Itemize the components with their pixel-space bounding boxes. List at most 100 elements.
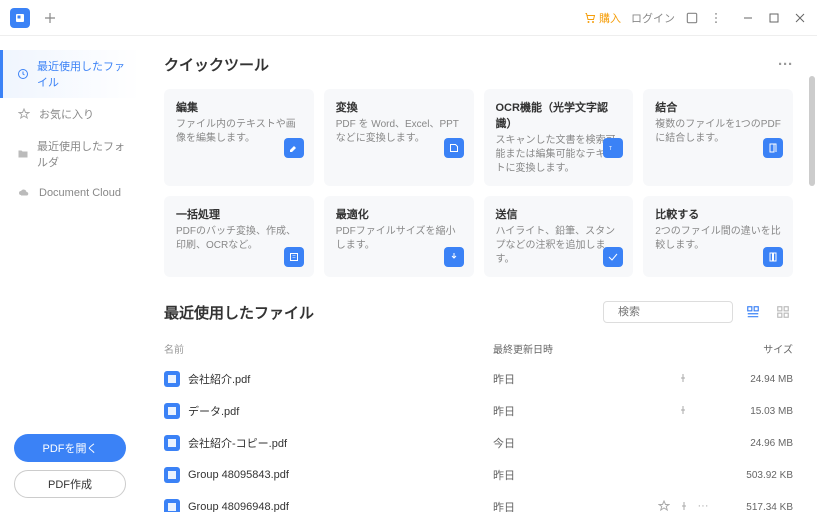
- tool-icon: [444, 247, 464, 267]
- file-size: 24.96 MB: [723, 438, 793, 449]
- window-controls: [741, 11, 807, 25]
- file-row[interactable]: Group 48096948.pdf昨日···517.34 KB: [164, 491, 793, 512]
- file-date: 昨日: [493, 467, 643, 483]
- pdf-file-icon: [164, 435, 180, 451]
- maximize-button[interactable]: [767, 11, 781, 25]
- titlebar: 購入 ログイン: [0, 0, 817, 36]
- sidebar-item-label: お気に入り: [39, 106, 94, 122]
- file-size: 517.34 KB: [723, 502, 793, 512]
- sidebar: 最近使用したファイル お気に入り 最近使用したフォルダ Document Clo…: [0, 36, 140, 512]
- folder-icon: [17, 147, 29, 161]
- grid-view-button[interactable]: [773, 302, 793, 322]
- tool-title: 比較する: [655, 206, 781, 222]
- main-content: クイックツール ··· 編集ファイル内のテキストや画像を編集します。変換PDF …: [140, 36, 817, 512]
- file-size: 15.03 MB: [723, 406, 793, 417]
- recent-icon: [17, 67, 29, 81]
- search-input[interactable]: [618, 306, 760, 318]
- col-date-header[interactable]: 最終更新日時: [493, 341, 643, 356]
- tool-icon: [284, 138, 304, 158]
- app-logo: [10, 8, 30, 28]
- file-row[interactable]: 会社紹介-コピー.pdf今日24.96 MB: [164, 427, 793, 459]
- pin-icon[interactable]: [677, 404, 689, 419]
- scrollbar-thumb[interactable]: [809, 76, 815, 186]
- quick-tools-grid: 編集ファイル内のテキストや画像を編集します。変換PDF を Word、Excel…: [164, 89, 793, 277]
- sidebar-bottom: PDFを開く PDF作成: [0, 434, 140, 498]
- tool-card[interactable]: 送信ハイライト、鉛筆、スタンプなどの注釈を追加します。: [484, 196, 634, 277]
- tool-card[interactable]: 比較する 2つのファイル間の違いを比較します。: [643, 196, 793, 277]
- tool-card[interactable]: 最適化 PDFファイルサイズを縮小します。: [324, 196, 474, 277]
- svg-text:T: T: [609, 146, 612, 152]
- file-name: 会社紹介-コピー.pdf: [188, 435, 287, 451]
- titlebar-right: 購入 ログイン: [584, 10, 807, 26]
- tool-desc: 2つのファイル間の違いを比較します。: [655, 225, 781, 253]
- sidebar-item-label: 最近使用したファイル: [37, 58, 126, 90]
- recent-files-title: 最近使用したファイル: [164, 302, 314, 323]
- open-pdf-button[interactable]: PDFを開く: [14, 434, 126, 462]
- tool-title: 編集: [176, 99, 302, 115]
- login-link[interactable]: ログイン: [631, 10, 675, 26]
- pdf-file-icon: [164, 499, 180, 512]
- scrollbar[interactable]: [809, 76, 815, 502]
- tool-card[interactable]: 結合複数のファイルを1つのPDFに結合します。: [643, 89, 793, 186]
- notification-icon[interactable]: [685, 11, 699, 25]
- file-size: 503.92 KB: [723, 470, 793, 481]
- file-list-header: 名前 最終更新日時 サイズ: [164, 335, 793, 363]
- tool-icon: [763, 247, 783, 267]
- list-view-button[interactable]: [743, 302, 763, 322]
- buy-label: 購入: [599, 10, 621, 26]
- create-pdf-button[interactable]: PDF作成: [14, 470, 126, 498]
- cloud-icon: [17, 186, 31, 200]
- more-icon[interactable]: ···: [698, 500, 709, 512]
- col-name-header[interactable]: 名前: [164, 341, 493, 356]
- minimize-button[interactable]: [741, 11, 755, 25]
- file-name: Group 48096948.pdf: [188, 501, 289, 512]
- login-label: ログイン: [631, 10, 675, 26]
- file-list: 会社紹介.pdf昨日24.94 MBデータ.pdf昨日15.03 MB会社紹介-…: [164, 363, 793, 512]
- tool-title: 送信: [496, 206, 622, 222]
- file-name: Group 48095843.pdf: [188, 469, 289, 481]
- quick-tools-header: クイックツール ···: [164, 54, 793, 75]
- pin-icon[interactable]: [678, 500, 690, 512]
- tool-title: 最適化: [336, 206, 462, 222]
- tool-desc: ファイル内のテキストや画像を編集します。: [176, 118, 302, 146]
- col-size-header[interactable]: サイズ: [723, 341, 793, 356]
- file-date: 昨日: [493, 371, 643, 387]
- file-row[interactable]: Group 48095843.pdf 昨日 503.92 KB: [164, 459, 793, 491]
- quick-tools-more[interactable]: ···: [778, 56, 793, 73]
- recent-files-tools: [603, 301, 793, 323]
- pdf-file-icon: [164, 467, 180, 483]
- pin-icon[interactable]: [677, 372, 689, 387]
- close-button[interactable]: [793, 11, 807, 25]
- sidebar-item-label: Document Cloud: [39, 187, 121, 199]
- tool-desc: PDFのバッチ変換、作成、印刷、OCRなど。: [176, 225, 302, 253]
- tool-title: 結合: [655, 99, 781, 115]
- sidebar-item-recent-files[interactable]: 最近使用したファイル: [0, 50, 140, 98]
- menu-icon[interactable]: [709, 11, 723, 25]
- file-name: データ.pdf: [188, 403, 239, 419]
- tool-icon: [284, 247, 304, 267]
- tool-card[interactable]: 編集ファイル内のテキストや画像を編集します。: [164, 89, 314, 186]
- tool-title: OCR機能（光学文字認識）: [496, 99, 622, 131]
- tool-card[interactable]: 変換PDF を Word、Excel、PPT などに変換します。: [324, 89, 474, 186]
- file-row[interactable]: 会社紹介.pdf昨日24.94 MB: [164, 363, 793, 395]
- tool-card[interactable]: 一括処理PDFのバッチ変換、作成、印刷、OCRなど。: [164, 196, 314, 277]
- pdf-file-icon: [164, 371, 180, 387]
- tool-card[interactable]: OCR機能（光学文字認識）スキャンした文書を検索可能または編集可能なテキストに変…: [484, 89, 634, 186]
- tool-desc: PDFファイルサイズを縮小します。: [336, 225, 462, 253]
- new-tab-button[interactable]: [40, 8, 60, 28]
- sidebar-item-recent-folders[interactable]: 最近使用したフォルダ: [0, 130, 140, 178]
- sidebar-item-document-cloud[interactable]: Document Cloud: [0, 178, 140, 208]
- file-name: 会社紹介.pdf: [188, 371, 250, 387]
- search-box[interactable]: [603, 301, 733, 323]
- buy-link[interactable]: 購入: [584, 10, 621, 26]
- sidebar-item-favorites[interactable]: お気に入り: [0, 98, 140, 130]
- file-row[interactable]: データ.pdf 昨日 15.03 MB: [164, 395, 793, 427]
- star-icon: [17, 107, 31, 121]
- file-actions: [643, 372, 723, 387]
- file-actions: ···: [643, 500, 723, 512]
- file-actions: [643, 404, 723, 419]
- file-date: 昨日: [493, 403, 643, 419]
- star-icon[interactable]: [658, 500, 670, 512]
- sidebar-item-label: 最近使用したフォルダ: [37, 138, 126, 170]
- tool-icon: [763, 138, 783, 158]
